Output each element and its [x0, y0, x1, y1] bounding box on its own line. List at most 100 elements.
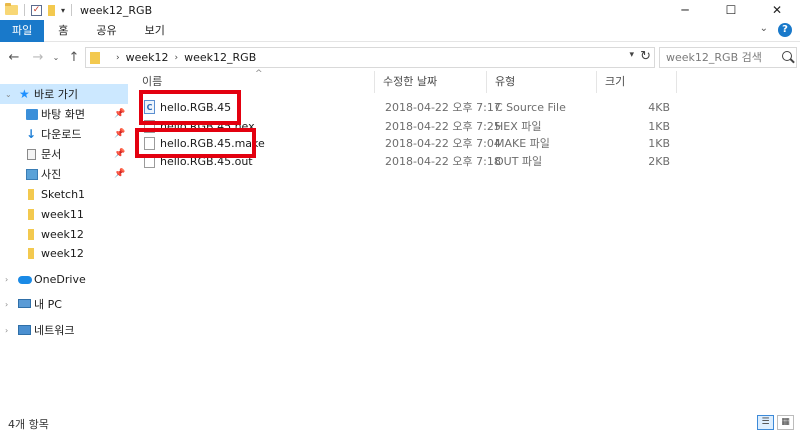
- help-icon[interactable]: ?: [778, 23, 792, 37]
- file-type: OUT 파일: [495, 155, 543, 168]
- sidebar-item-pictures[interactable]: 사진 📌: [0, 164, 128, 184]
- file-icon: [144, 120, 155, 133]
- file-size: 4KB: [648, 101, 670, 114]
- sidebar-label: OneDrive: [34, 272, 86, 286]
- file-icon: [144, 137, 155, 150]
- file-icon: [144, 155, 155, 168]
- folder-icon: [28, 228, 34, 240]
- back-arrow-icon[interactable]: ←: [6, 50, 22, 65]
- download-icon: ↓: [26, 126, 37, 141]
- search-box[interactable]: [659, 47, 797, 68]
- sidebar-label: Sketch1: [41, 187, 86, 201]
- sidebar-label: 문서: [41, 148, 62, 161]
- sidebar-item-quick-access[interactable]: ⌄ ★ 바로 가기: [0, 84, 128, 104]
- tab-share[interactable]: 공유: [82, 20, 130, 42]
- pin-icon[interactable]: 📌: [114, 169, 125, 179]
- column-header-name[interactable]: 이름: [134, 71, 375, 93]
- address-row: ← → ⌄ ↑ › week12 › week12_RGB ▾ ↻: [0, 44, 800, 71]
- file-row[interactable]: hello.RGB.45.hex 2018-04-22 오후 7:25 HEX …: [134, 118, 800, 135]
- close-button[interactable]: ✕: [754, 0, 800, 20]
- status-bar: 4개 항목 ☰ ▦: [0, 413, 800, 433]
- file-date: 2018-04-22 오후 7:18: [385, 155, 501, 168]
- file-row[interactable]: hello.RGB.45.out 2018-04-22 오후 7:18 OUT …: [134, 153, 800, 170]
- title-bar: ✓ ▾ week12_RGB ─ ☐ ✕: [0, 0, 800, 20]
- maximize-button[interactable]: ☐: [708, 0, 754, 20]
- file-name: hello.RGB.45.hex: [160, 120, 255, 133]
- file-name: hello.RGB.45: [160, 101, 232, 114]
- chevron-right-icon[interactable]: ›: [175, 53, 179, 63]
- sidebar-label: 네트워크: [34, 324, 75, 337]
- file-date: 2018-04-22 오후 7:04: [385, 137, 501, 150]
- divider: [24, 4, 25, 16]
- chevron-down-icon[interactable]: ▾: [629, 50, 634, 60]
- pictures-icon: [26, 168, 38, 180]
- large-icons-view-icon[interactable]: ▦: [777, 415, 794, 430]
- sidebar-label: 다운로드: [41, 128, 82, 141]
- recent-locations-icon[interactable]: ⌄: [48, 53, 64, 62]
- sidebar-item-onedrive[interactable]: › OneDrive: [0, 269, 128, 289]
- file-row[interactable]: hello.RGB.45.make 2018-04-22 오후 7:04 MAK…: [134, 135, 800, 152]
- forward-arrow-icon[interactable]: →: [30, 50, 46, 65]
- up-arrow-icon[interactable]: ↑: [66, 50, 82, 65]
- chevron-down-icon[interactable]: ⌄: [5, 90, 12, 99]
- column-header-type[interactable]: 유형: [487, 71, 597, 93]
- sidebar-item-week12-2[interactable]: week12: [0, 243, 128, 263]
- sidebar-label: 내 PC: [34, 298, 62, 311]
- folder-icon: [28, 208, 34, 220]
- breadcrumb-week12[interactable]: week12: [126, 51, 169, 64]
- ribbon-tabs: 파일 홈 공유 보기 ⌄ ?: [0, 19, 800, 42]
- tab-home[interactable]: 홈: [44, 20, 82, 42]
- chevron-right-icon[interactable]: ›: [5, 300, 8, 309]
- chevron-right-icon[interactable]: ›: [5, 275, 8, 284]
- file-type: MAKE 파일: [495, 137, 550, 150]
- folder-icon: [5, 3, 18, 15]
- chevron-right-icon[interactable]: ›: [5, 326, 8, 335]
- window-title: week12_RGB: [80, 3, 153, 17]
- tab-view[interactable]: 보기: [131, 20, 179, 42]
- c-source-icon: C: [144, 100, 155, 114]
- file-date: 2018-04-22 오후 7:17: [385, 101, 501, 114]
- pin-icon[interactable]: 📌: [114, 149, 125, 159]
- sidebar-item-downloads[interactable]: ↓ 다운로드 📌: [0, 124, 128, 144]
- quick-access-toolbar: ✓ ▾ week12_RGB: [0, 0, 152, 20]
- column-header-size[interactable]: 크기: [597, 71, 677, 93]
- breadcrumb-week12-rgb[interactable]: week12_RGB: [184, 51, 256, 64]
- desktop-icon: [26, 108, 38, 120]
- search-icon[interactable]: [782, 51, 792, 61]
- expand-ribbon-icon[interactable]: ⌄: [760, 23, 768, 37]
- chevron-right-icon[interactable]: ›: [116, 53, 120, 63]
- column-header-date[interactable]: 수정한 날짜: [375, 71, 487, 93]
- sidebar-item-network[interactable]: › 네트워크: [0, 320, 128, 340]
- item-count: 4개 항목: [8, 418, 49, 431]
- sidebar-item-sketch1[interactable]: Sketch1: [0, 184, 128, 204]
- refresh-icon[interactable]: ↻: [640, 49, 651, 64]
- search-input[interactable]: [666, 51, 781, 64]
- sidebar-label: 사진: [41, 168, 62, 181]
- details-view-icon[interactable]: ☰: [757, 415, 774, 430]
- file-row[interactable]: C hello.RGB.45 2018-04-22 오후 7:17 C Sour…: [134, 99, 800, 116]
- folder-icon: [28, 247, 34, 259]
- divider: [71, 4, 73, 16]
- address-bar[interactable]: › week12 › week12_RGB ▾ ↻: [85, 47, 655, 68]
- sidebar-item-documents[interactable]: 문서 📌: [0, 144, 128, 164]
- sidebar-label: 바탕 화면: [41, 108, 85, 121]
- sidebar-item-week12[interactable]: week12: [0, 224, 128, 244]
- file-name: hello.RGB.45.out: [160, 155, 253, 168]
- tab-file[interactable]: 파일: [0, 19, 45, 42]
- file-size: 1KB: [648, 120, 670, 133]
- pin-icon[interactable]: 📌: [114, 129, 125, 139]
- properties-icon[interactable]: ✓: [31, 4, 42, 16]
- file-size: 1KB: [648, 137, 670, 150]
- sidebar-item-week11[interactable]: week11: [0, 204, 128, 224]
- sidebar-item-this-pc[interactable]: › 내 PC: [0, 294, 128, 314]
- sidebar-label: week11: [41, 207, 84, 221]
- file-type: HEX 파일: [495, 120, 542, 133]
- customize-toolbar-icon[interactable]: ▾: [61, 6, 65, 15]
- sidebar-label: week12: [41, 246, 84, 260]
- pin-icon[interactable]: 📌: [114, 109, 125, 119]
- minimize-button[interactable]: ─: [662, 0, 708, 20]
- sidebar-item-desktop[interactable]: 바탕 화면 📌: [0, 104, 128, 124]
- folder-icon: [28, 188, 34, 200]
- navigation-pane: ⌄ ★ 바로 가기 바탕 화면 📌 ↓ 다운로드 📌 문서 📌 사진 📌 Ske…: [0, 79, 128, 409]
- new-folder-icon[interactable]: [48, 4, 55, 16]
